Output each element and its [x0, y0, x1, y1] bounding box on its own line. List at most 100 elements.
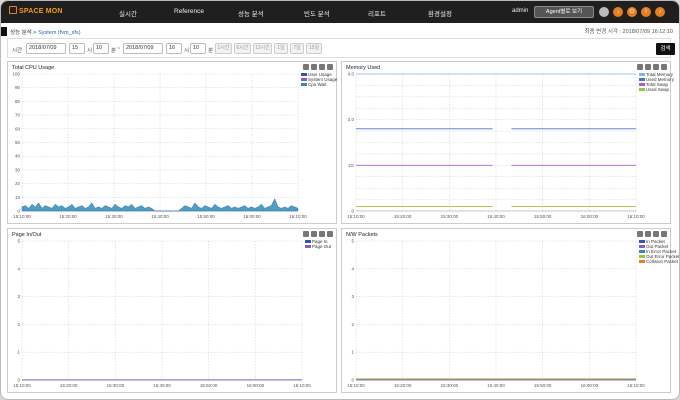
x-tick-label: 15:40:00 — [487, 383, 505, 388]
x-tick-label: 15:20:00 — [394, 383, 412, 388]
range-separator: ~ — [117, 46, 121, 52]
y-tick-label: 20 — [15, 181, 21, 186]
username: admin — [512, 8, 529, 14]
legend-swatch — [639, 255, 645, 258]
x-tick-label: 15:40:00 — [153, 383, 171, 388]
legend-swatch — [301, 83, 307, 86]
x-tick-label: 16:10:00 — [293, 383, 311, 388]
agent-view-button[interactable]: Agent별로 보기 — [534, 6, 594, 18]
y-tick-label: 0 — [17, 378, 20, 383]
legend-item[interactable]: Page Out — [305, 244, 331, 249]
nav-item-frequency[interactable]: 빈도 분석 — [304, 8, 330, 18]
y-tick-label: 60 — [15, 126, 21, 131]
legend-label: Cpu Wait — [308, 82, 327, 87]
nav-item-settings[interactable]: 환경설정 — [428, 8, 452, 18]
breadcrumb-parent: 성능 분석 — [10, 30, 32, 36]
x-tick-label: 16:00:00 — [581, 383, 599, 388]
logo[interactable]: SPACE MON — [9, 6, 63, 15]
chart-canvas: 0 1 2 3 4 5 15:10:00 15:20:00 15:30:00 15:40:00 15… — [347, 239, 645, 389]
legend-label: Page Out — [312, 244, 332, 249]
y-tick-label: 90 — [15, 85, 21, 90]
y-tick-label: 30 — [15, 167, 21, 172]
y-tick-label: 10 — [15, 195, 21, 200]
min-unit: 분 — [111, 48, 117, 54]
preset-1h-button[interactable]: 1시간 — [215, 43, 232, 54]
legend-item[interactable]: Collision Packet — [639, 259, 679, 264]
x-tick-label: 15:50:00 — [197, 214, 215, 219]
y-tick-label: 100 — [12, 72, 20, 77]
preset-12h-button[interactable]: 12시간 — [253, 43, 272, 54]
breadcrumb: 성능 분석 > System (fvm_sfs) — [10, 28, 81, 36]
info-icon[interactable]: i — [641, 7, 651, 17]
x-tick-label: 15:20:00 — [60, 383, 78, 388]
last-update-time: 최종 변경 시각 : 2018/07/09 16:12:10 — [584, 29, 673, 35]
legend-item[interactable]: Used Swap — [639, 87, 674, 92]
time-label: 시간 — [12, 48, 23, 54]
breadcrumb-current[interactable]: System (fvm_sfs) — [38, 30, 80, 36]
y-tick-label: 2.0 — [348, 117, 355, 122]
sidebar-toggle[interactable] — [1, 27, 7, 36]
legend-swatch — [639, 78, 645, 81]
top-navbar: SPACE MON 실시간 Reference 성능 분석 빈도 분석 리포트 … — [1, 1, 679, 23]
app-window: SPACE MON 실시간 Reference 성능 분석 빈도 분석 리포트 … — [0, 0, 680, 400]
y-tick-label: 3 — [351, 294, 354, 299]
hour-unit: 시 — [87, 48, 93, 54]
filter-bar: 시간 2018/07/09 15 시 10 분 ~ 2018/07/09 16 … — [7, 38, 675, 58]
legend-item[interactable]: Cpu Wait — [301, 82, 337, 87]
memory-chart-panel: Memory Used 0 1G 2.0 4.0 15:10:00 15:20:00 15:3… — [341, 61, 674, 224]
y-tick-label: 0 — [351, 378, 354, 383]
preset-7d-button[interactable]: 7일 — [290, 43, 304, 54]
chart-legend: Page In Page Out — [305, 239, 331, 249]
x-tick-label: 15:20:00 — [59, 214, 77, 219]
y-tick-label: 1 — [351, 350, 354, 355]
legend-swatch — [639, 73, 645, 76]
logo-icon — [9, 6, 17, 14]
legend-swatch — [639, 240, 645, 243]
legend-swatch — [639, 245, 645, 248]
hour-unit: 시 — [184, 48, 190, 54]
chart-canvas: 0 1G 2.0 4.0 15:10:00 15:20:00 15:30:00 15:40:0… — [347, 72, 645, 220]
y-tick-label: 2 — [17, 322, 20, 327]
x-tick-label: 15:30:00 — [441, 383, 459, 388]
y-tick-label: 3 — [17, 294, 20, 299]
start-date-input[interactable]: 2018/07/09 — [26, 43, 66, 54]
y-tick-label: 4 — [17, 266, 20, 271]
preset-15d-button[interactable]: 15일 — [306, 43, 322, 54]
legend-swatch — [639, 260, 645, 263]
nav-item-performance[interactable]: 성능 분석 — [238, 8, 264, 18]
legend-swatch — [639, 83, 645, 86]
end-hour-select[interactable]: 16 — [166, 43, 182, 54]
bell-icon[interactable]: ♪ — [655, 7, 665, 17]
download-icon[interactable]: ↓ — [613, 7, 623, 17]
nav-item-reference[interactable]: Reference — [174, 8, 204, 15]
end-min-select[interactable]: 10 — [190, 43, 206, 54]
x-tick-label: 15:20:00 — [394, 214, 412, 219]
x-tick-label: 16:00:00 — [581, 214, 599, 219]
end-date-input[interactable]: 2018/07/09 — [123, 43, 163, 54]
start-min-select[interactable]: 10 — [93, 43, 109, 54]
cpu-chart-panel: Total CPU Usage 0 10 20 30 40 50 60 70 80 90 100 15:… — [7, 61, 337, 224]
logo-text: SPACE MON — [19, 8, 63, 15]
y-tick-label: 4 — [351, 266, 354, 271]
user-circle-icon[interactable] — [599, 7, 609, 17]
x-tick-label: 16:10:00 — [289, 214, 307, 219]
breadcrumb-separator: > — [33, 30, 37, 36]
preset-6h-button[interactable]: 6시간 — [234, 43, 251, 54]
y-tick-label: 0 — [351, 209, 354, 214]
nav-item-realtime[interactable]: 실시간 — [119, 8, 137, 18]
x-tick-label: 16:10:00 — [627, 383, 645, 388]
y-tick-label: 2 — [351, 322, 354, 327]
y-tick-label: 0 — [17, 209, 20, 214]
start-hour-select[interactable]: 15 — [69, 43, 85, 54]
min-unit: 분 — [208, 48, 214, 54]
legend-label: Collision Packet — [646, 259, 679, 264]
search-button[interactable]: 검색 — [656, 43, 675, 55]
preset-1d-button[interactable]: 1일 — [274, 43, 288, 54]
x-tick-label: 15:10:00 — [347, 383, 365, 388]
y-tick-label: 70 — [15, 113, 21, 118]
legend-swatch — [301, 78, 307, 81]
nav-item-report[interactable]: 리포트 — [368, 8, 386, 18]
x-tick-label: 15:30:00 — [105, 214, 123, 219]
power-icon[interactable]: ⏻ — [627, 7, 637, 17]
x-tick-label: 16:10:00 — [627, 214, 645, 219]
